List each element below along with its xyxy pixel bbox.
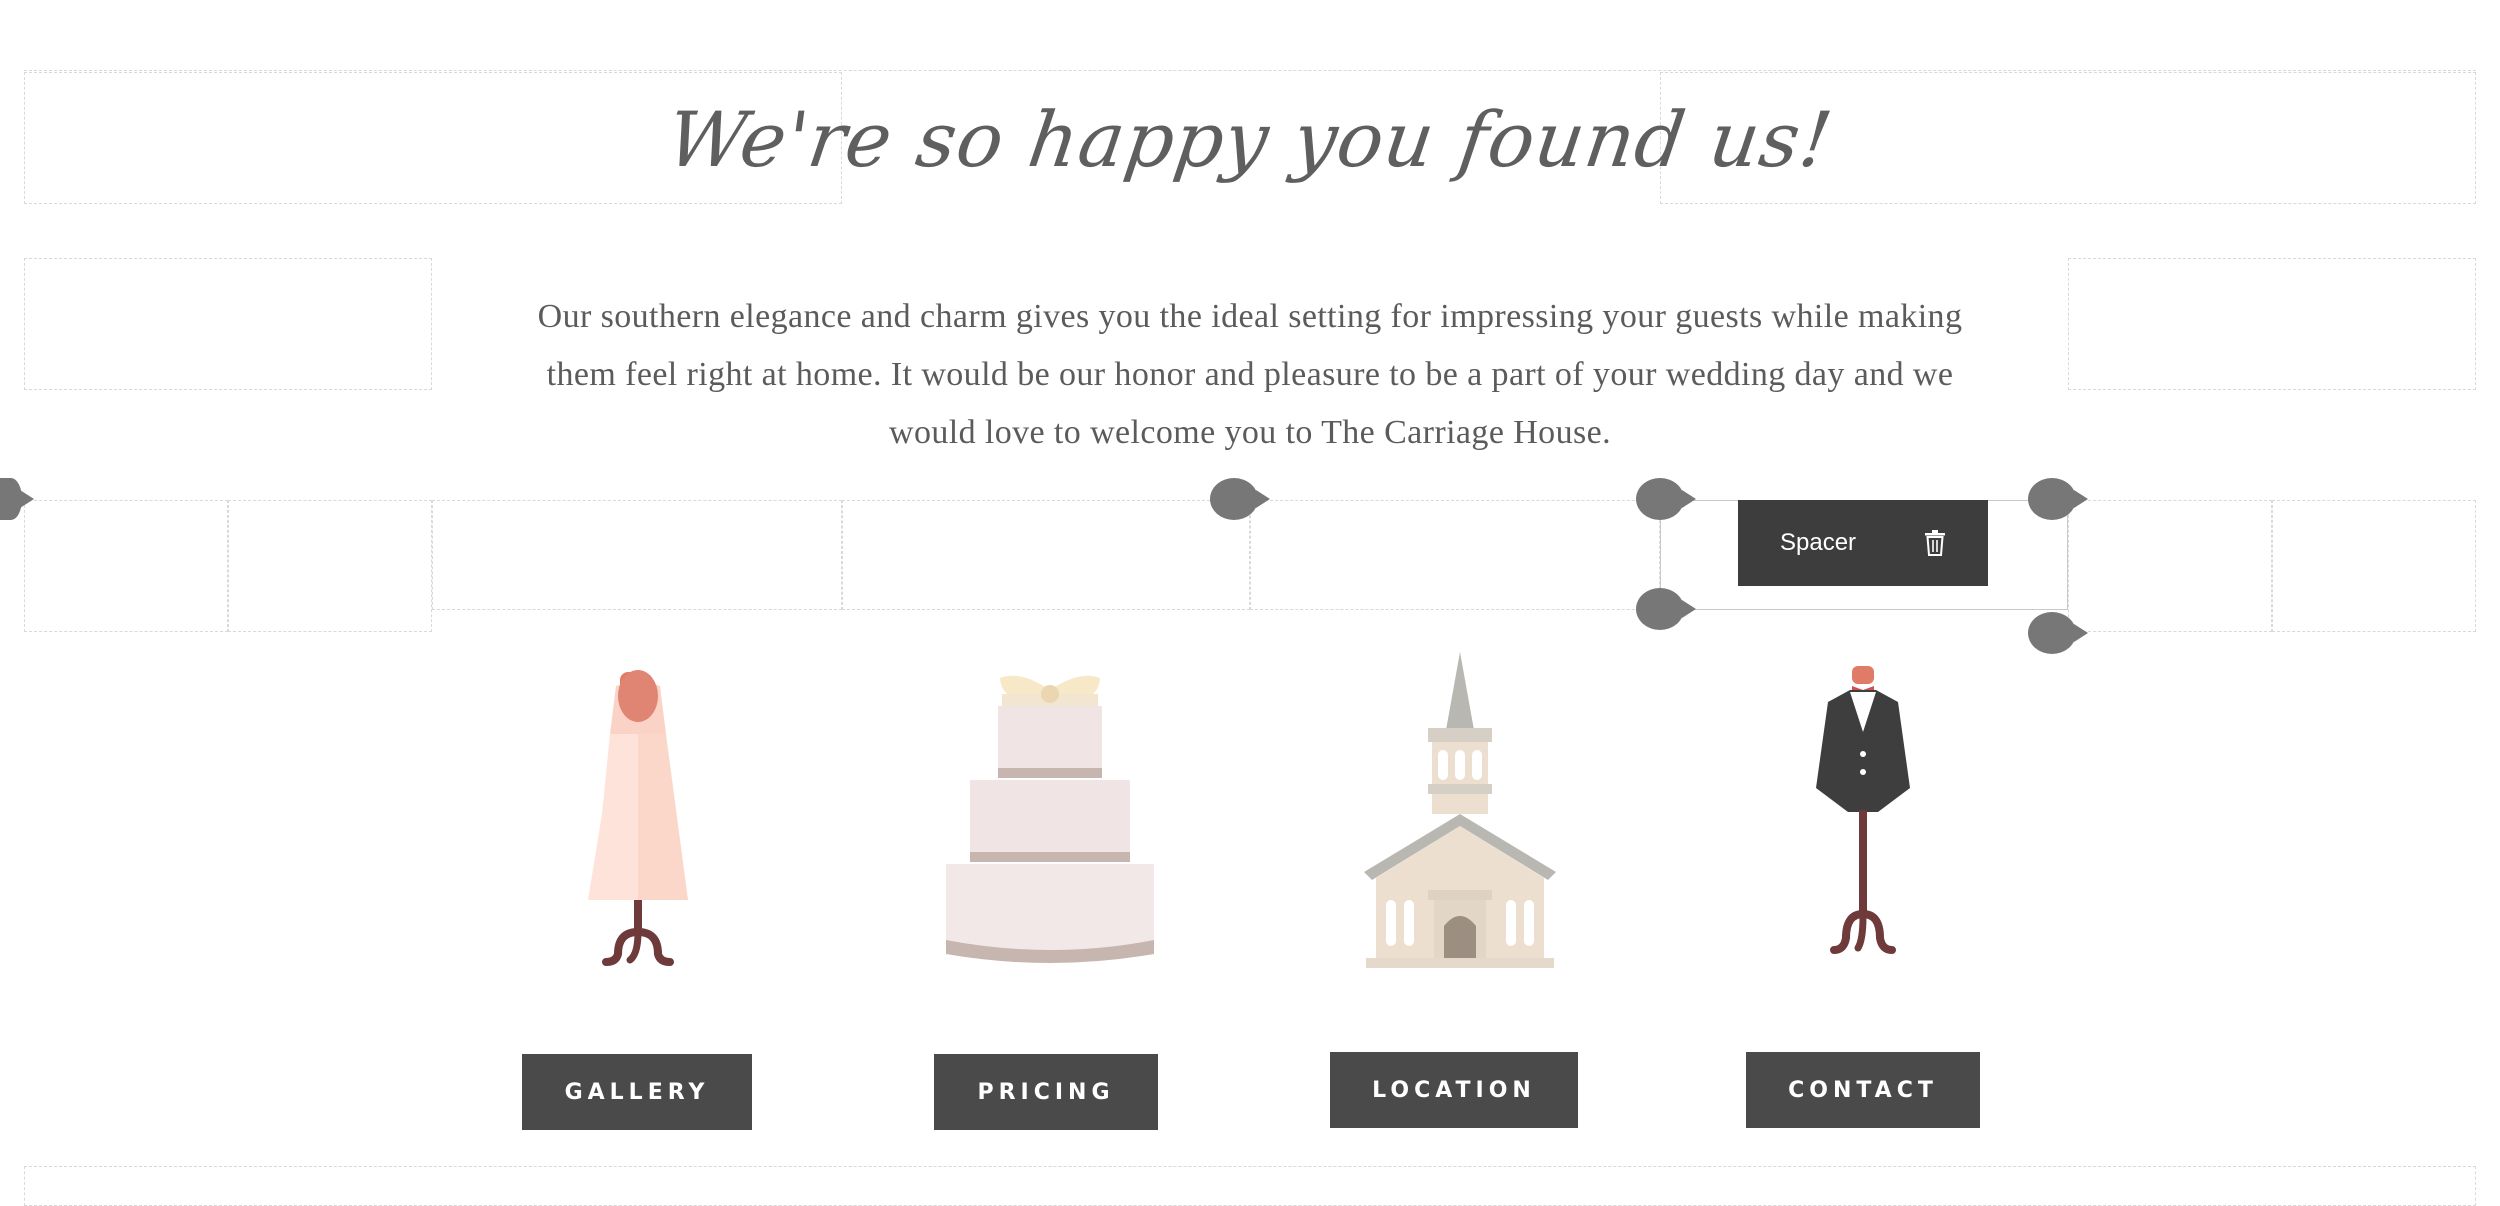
tuxedo-icon: [1816, 666, 1910, 954]
layout-guide: [24, 500, 228, 632]
chapel-icon: [1364, 652, 1556, 968]
intro-line: them feel right at home. It would be our…: [546, 356, 1954, 393]
resize-handle-icon[interactable]: [2028, 612, 2088, 654]
spacer-toolbar: Spacer: [1738, 500, 1988, 586]
resize-handle-icon[interactable]: [2028, 478, 2088, 520]
trash-icon[interactable]: [1924, 530, 1946, 556]
layout-guide: [24, 258, 432, 390]
layout-guide: [2068, 258, 2476, 390]
page-title: We're so happy you found us!: [661, 95, 1839, 184]
intro-line: Our southern elegance and charm gives yo…: [537, 298, 1963, 335]
intro-line: would love to welcome you to The Carriag…: [888, 414, 1611, 451]
pricing-button[interactable]: PRICING: [934, 1054, 1158, 1130]
layout-guide: [2272, 500, 2476, 632]
contact-button[interactable]: CONTACT: [1746, 1052, 1980, 1128]
spacer-label: Spacer: [1780, 529, 1857, 556]
layout-guide: [842, 500, 1250, 610]
cake-icon: [946, 675, 1154, 963]
resize-handle-icon[interactable]: [1210, 478, 1270, 520]
layout-guide: [432, 500, 842, 610]
resize-handle-icon[interactable]: [0, 478, 34, 520]
layout-guide: [24, 1166, 2476, 1206]
intro-paragraph: Our southern elegance and charm gives yo…: [470, 288, 2030, 462]
location-button[interactable]: LOCATION: [1330, 1052, 1578, 1128]
layout-guide: [2068, 500, 2272, 632]
layout-guide: [1250, 500, 1660, 610]
gallery-button[interactable]: GALLERY: [522, 1054, 752, 1130]
resize-handle-icon[interactable]: [1636, 478, 1696, 520]
resize-handle-icon[interactable]: [1636, 588, 1696, 630]
dress-icon: [588, 670, 688, 966]
layout-guide: [228, 500, 432, 632]
